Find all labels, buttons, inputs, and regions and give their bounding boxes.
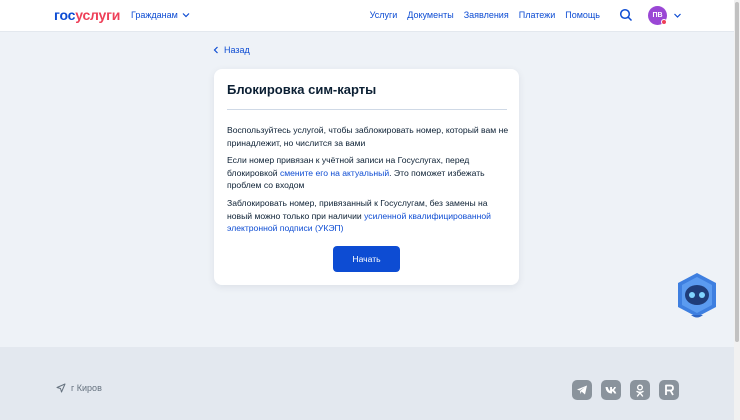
chevron-down-icon	[182, 13, 190, 18]
nav-item-documents[interactable]: Документы	[407, 10, 453, 20]
rutube-glyph-icon	[664, 384, 674, 396]
rutube-icon[interactable]	[659, 380, 679, 400]
role-selector[interactable]: Гражданам	[131, 10, 190, 20]
nav-item-payments[interactable]: Платежи	[519, 10, 556, 20]
account-paragraph: Если номер привязан к учётной записи на …	[227, 155, 485, 190]
signature-paragraph: Заблокировать номер, привязанный к Госус…	[227, 198, 491, 233]
start-button[interactable]: Начать	[333, 246, 400, 272]
city-selector[interactable]: г Киров	[56, 383, 102, 393]
change-number-link[interactable]: смените его на актуальный	[280, 168, 389, 178]
robot-assistant-icon[interactable]	[674, 271, 720, 321]
nav-item-services[interactable]: Услуги	[370, 10, 398, 20]
telegram-glyph-icon	[577, 385, 587, 395]
odnoklassniki-glyph-icon	[636, 384, 644, 397]
nav-item-applications[interactable]: Заявления	[464, 10, 509, 20]
vk-icon[interactable]	[601, 380, 621, 400]
description-paragraph: Воспользуйтесь услугой, чтобы заблокиров…	[227, 125, 509, 148]
vk-glyph-icon	[605, 386, 616, 393]
footer	[0, 347, 734, 420]
back-link[interactable]: Назад	[213, 45, 250, 55]
back-label: Назад	[224, 45, 250, 55]
scrollbar-thumb[interactable]	[735, 2, 739, 342]
main-nav: Услуги Документы Заявления Платежи Помощ…	[370, 10, 600, 20]
city-label: г Киров	[71, 383, 102, 393]
chevron-down-icon[interactable]	[673, 11, 682, 20]
role-label: Гражданам	[131, 10, 178, 20]
service-card: Блокировка сим-карты Воспользуйтесь услу…	[214, 69, 519, 285]
notification-dot	[661, 19, 667, 25]
location-arrow-icon	[56, 383, 66, 393]
odnoklassniki-icon[interactable]	[630, 380, 650, 400]
nav-item-help[interactable]: Помощь	[565, 10, 600, 20]
telegram-icon[interactable]	[572, 380, 592, 400]
divider	[227, 109, 507, 110]
search-icon[interactable]	[619, 8, 633, 22]
chevron-left-icon	[213, 46, 218, 54]
gosuslugi-logo[interactable]: госуслуги	[54, 7, 120, 23]
top-header: госуслуги Гражданам Услуги Документы Зая…	[0, 0, 734, 32]
page-title: Блокировка сим-карты	[227, 82, 377, 97]
